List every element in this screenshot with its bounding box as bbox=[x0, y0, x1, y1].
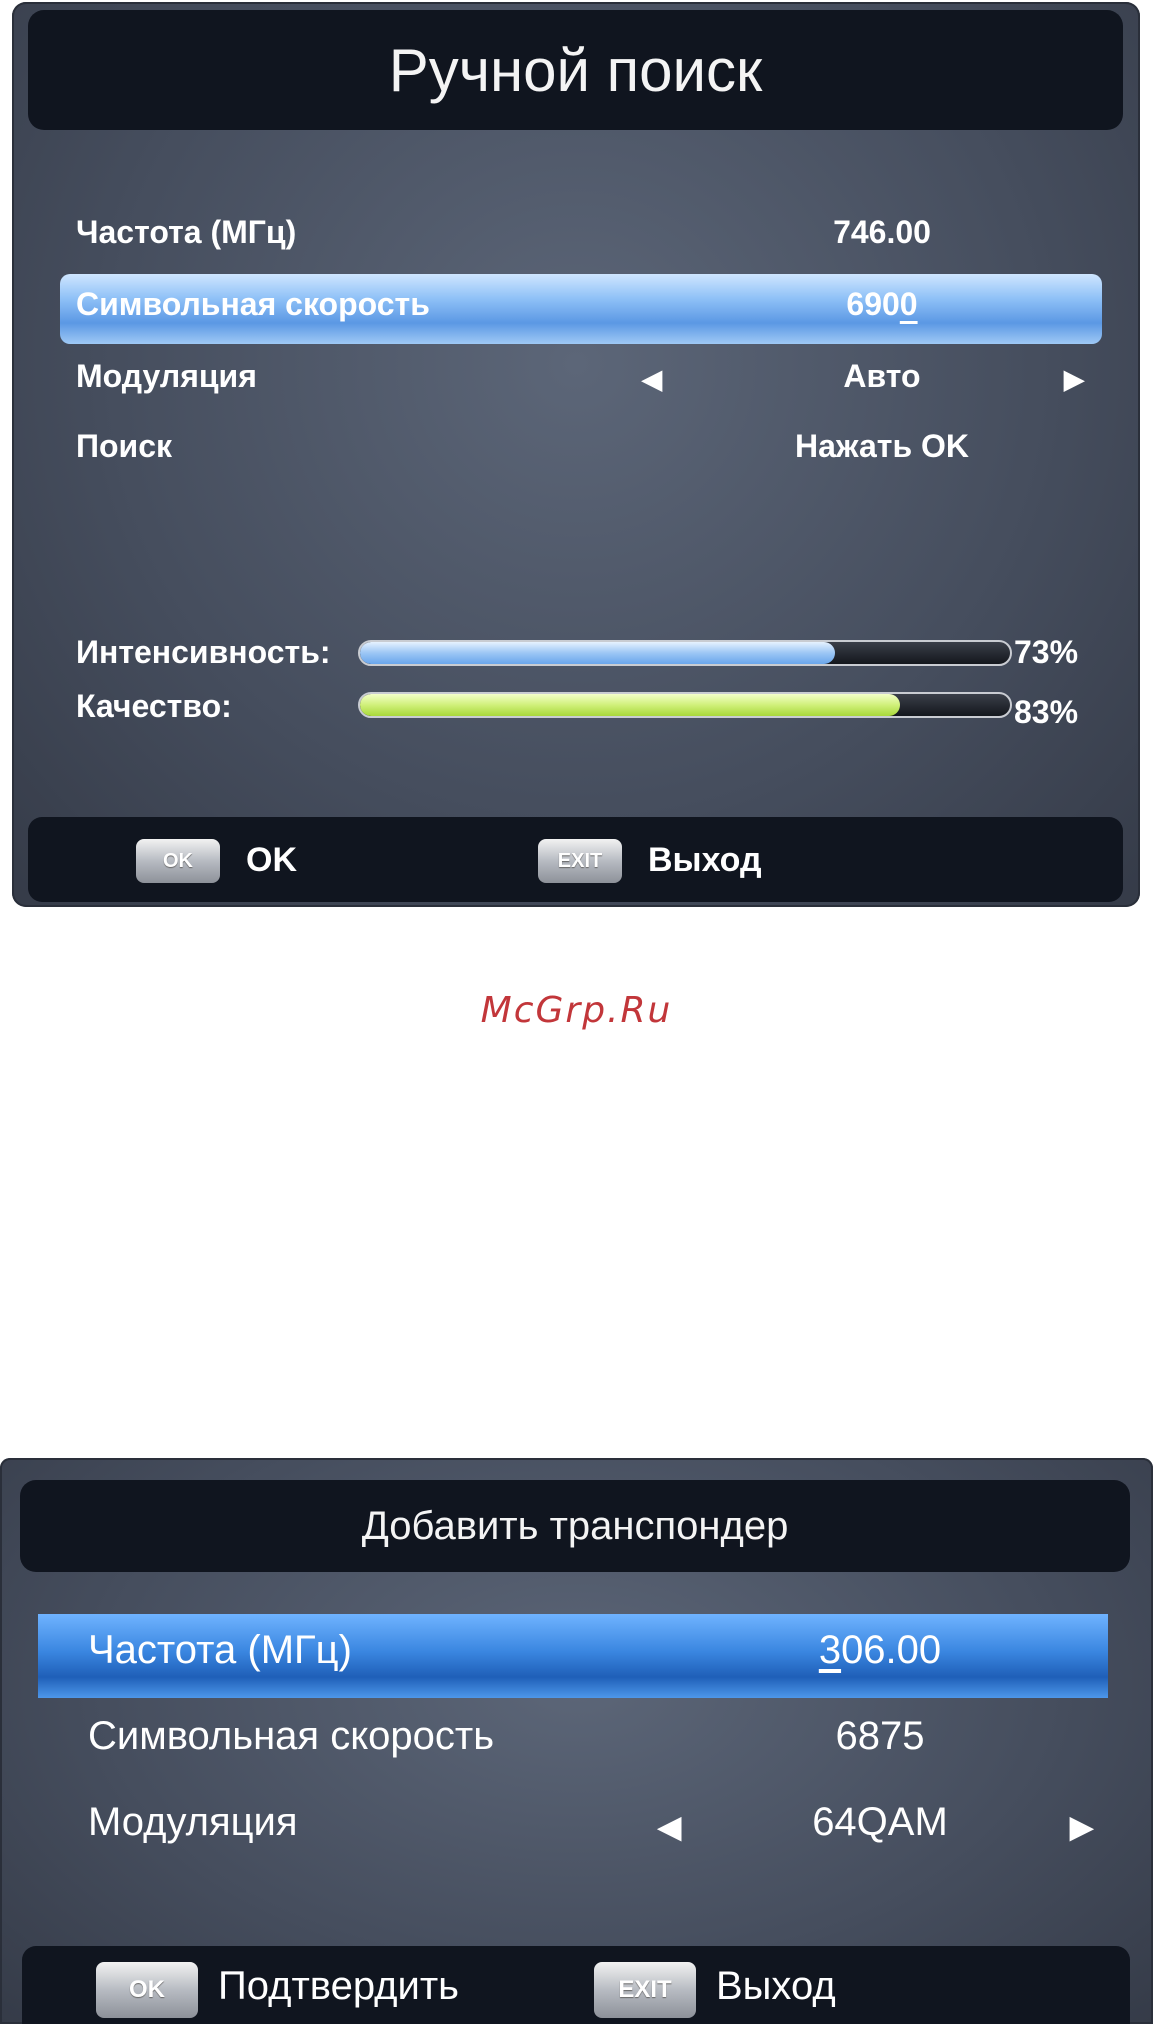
intensity-row: Интенсивность: 73% bbox=[12, 634, 1140, 680]
frequency-value[interactable]: 306.00 bbox=[760, 1628, 1000, 1673]
quality-row: Качество: 83% bbox=[12, 688, 1140, 734]
manual-search-title: Ручной поиск bbox=[28, 10, 1123, 130]
frequency-label: Частота (МГц) bbox=[88, 1628, 352, 1672]
modulation-label: Модуляция bbox=[76, 358, 257, 394]
exit-key-button[interactable]: EXIT bbox=[594, 1962, 696, 2018]
arrow-left-icon[interactable]: ◀ bbox=[658, 1810, 681, 1845]
search-label: Поиск bbox=[76, 428, 173, 464]
modulation-value: Авто bbox=[843, 358, 921, 394]
footer-bar: OK OK EXIT Выход bbox=[28, 817, 1123, 902]
intensity-bar bbox=[358, 640, 1012, 666]
quality-bar-fill bbox=[360, 694, 900, 716]
confirm-label: Подтвердить bbox=[218, 1964, 459, 2008]
footer-bar: OK Подтвердить EXIT Выход bbox=[22, 1946, 1130, 2024]
symbol-rate-label: Символьная скорость bbox=[76, 286, 430, 322]
symbol-rate-row[interactable]: Символьная скорость 6900 bbox=[12, 286, 1140, 336]
quality-bar bbox=[358, 692, 1012, 718]
modulation-label: Модуляция bbox=[88, 1800, 298, 1844]
arrow-right-icon[interactable]: ▶ bbox=[1070, 1810, 1093, 1845]
symbol-rate-row[interactable]: Символьная скорость 6875 bbox=[0, 1714, 1153, 1770]
exit-key-button[interactable]: EXIT bbox=[538, 839, 622, 883]
add-transponder-panel: Добавить транспондер Частота (МГц) 306.0… bbox=[0, 1458, 1153, 2024]
manual-search-panel: Ручной поиск Частота (МГц) 746.00 Символ… bbox=[12, 2, 1140, 907]
frequency-label: Частота (МГц) bbox=[76, 214, 297, 250]
frequency-digits: 06.00 bbox=[841, 1628, 942, 1672]
frequency-row[interactable]: Частота (МГц) 306.00 bbox=[0, 1628, 1153, 1684]
symbol-rate-digits: 690 bbox=[846, 286, 900, 322]
watermark-text: McGrp.Ru bbox=[480, 990, 673, 1031]
search-value: Нажать OK bbox=[794, 428, 969, 464]
symbol-rate-value[interactable]: 6900 bbox=[772, 286, 992, 323]
edit-cursor: 3 bbox=[818, 1628, 842, 1672]
ok-key-button[interactable]: OK bbox=[96, 1962, 198, 2018]
exit-key-label: Выход bbox=[648, 841, 762, 879]
symbol-rate-label: Символьная скорость bbox=[88, 1714, 495, 1758]
symbol-rate-value: 6875 bbox=[835, 1714, 925, 1758]
ok-key-button[interactable]: OK bbox=[136, 839, 220, 883]
edit-cursor: 0 bbox=[899, 286, 918, 322]
intensity-bar-fill bbox=[360, 642, 835, 664]
modulation-row[interactable]: Модуляция ◀ 64QAM ▶ bbox=[0, 1800, 1153, 1856]
search-row[interactable]: Поиск Нажать OK bbox=[12, 428, 1140, 478]
frequency-row[interactable]: Частота (МГц) 746.00 bbox=[12, 214, 1140, 264]
frequency-value: 746.00 bbox=[833, 214, 931, 250]
ok-key-label: OK bbox=[246, 841, 297, 879]
exit-key-label: Выход bbox=[716, 1964, 836, 2008]
intensity-value: 73% bbox=[1014, 634, 1079, 670]
modulation-value: 64QAM bbox=[812, 1800, 948, 1844]
arrow-right-icon[interactable]: ▶ bbox=[1064, 364, 1084, 395]
intensity-label: Интенсивность: bbox=[76, 634, 331, 670]
modulation-row[interactable]: Модуляция ◀ Авто ▶ bbox=[12, 358, 1140, 408]
quality-label: Качество: bbox=[76, 688, 232, 724]
add-transponder-title: Добавить транспондер bbox=[20, 1480, 1130, 1572]
arrow-left-icon[interactable]: ◀ bbox=[642, 364, 662, 395]
quality-value: 83% bbox=[1014, 694, 1079, 730]
